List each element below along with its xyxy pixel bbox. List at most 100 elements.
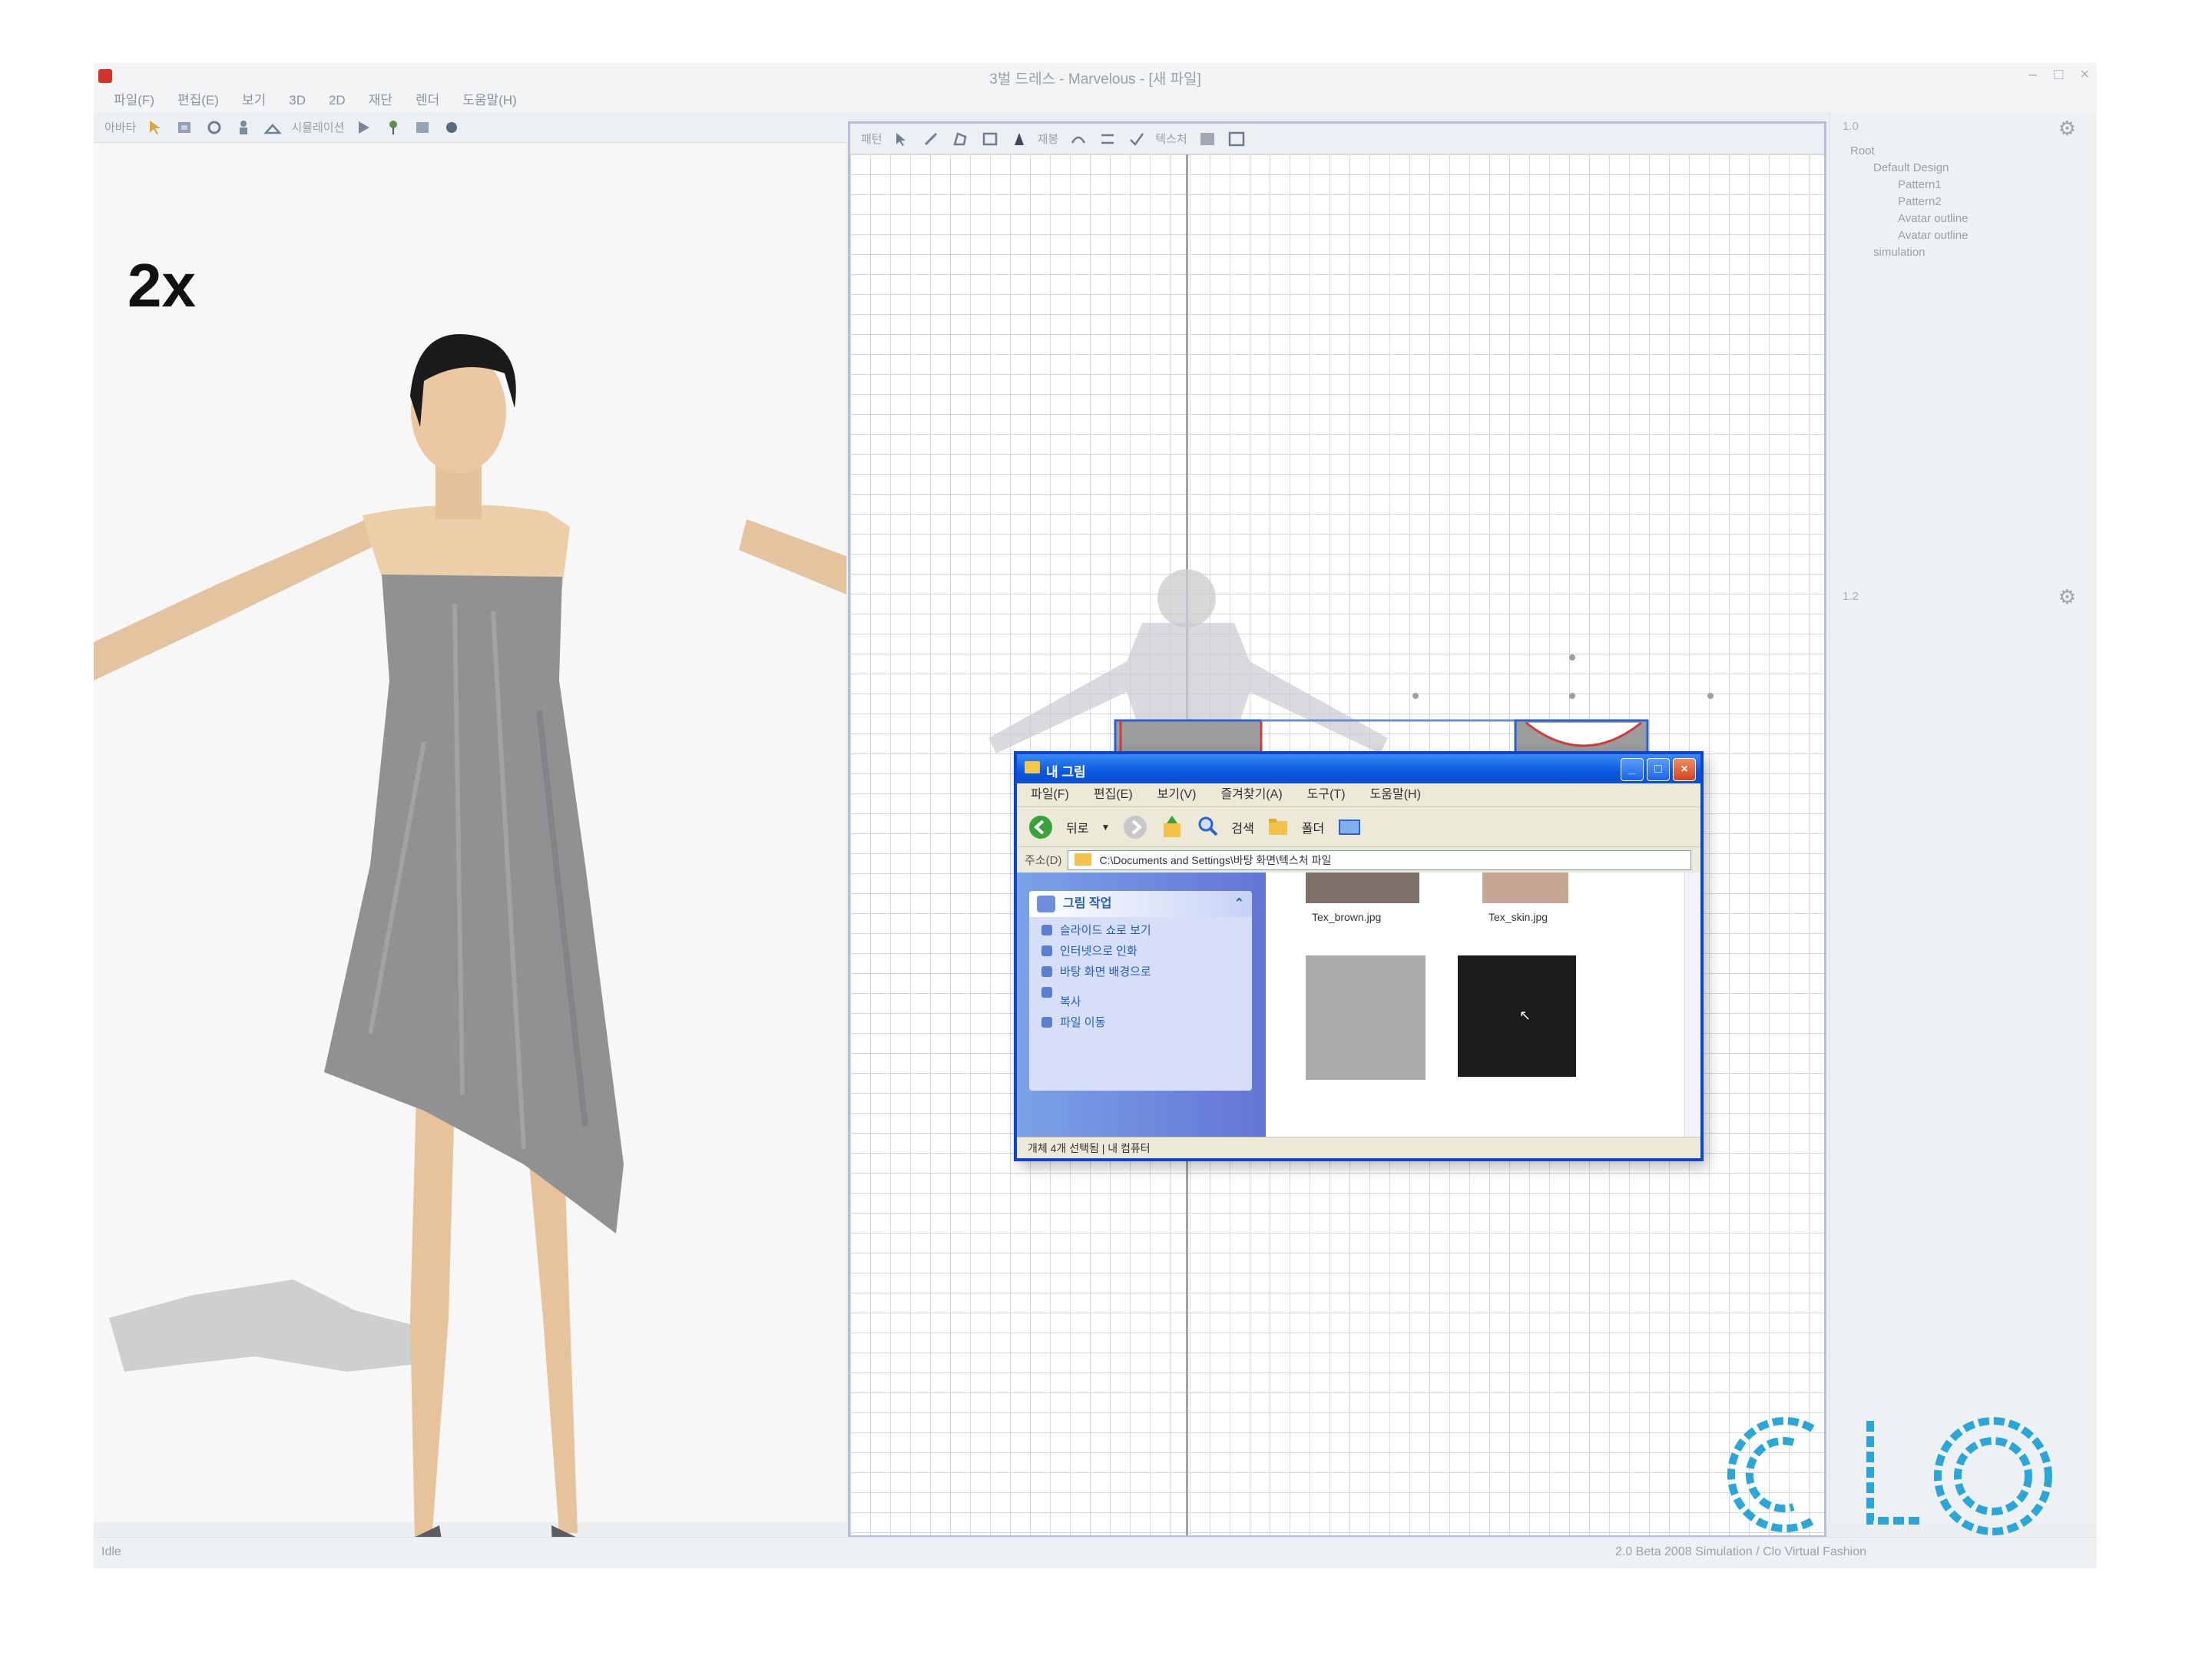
gear-icon[interactable]: ⚙ (2058, 117, 2076, 141)
menu-bar: 파일(F) 편집(E) 보기 3D 2D 재단 렌더 도움말(H) (94, 89, 2097, 112)
forward-arrow-icon[interactable] (1122, 814, 1148, 840)
explorer-minimize-button[interactable]: _ (1621, 758, 1644, 781)
address-label: 주소(D) (1025, 854, 1062, 867)
address-field[interactable]: C:\Documents and Settings\바탕 화면\텍스처 파일 (1068, 849, 1691, 870)
explorer-file-list: Tex_brown.jpg Tex_skin.jpg ↖ (1266, 873, 1700, 1137)
avatar-icon[interactable] (233, 118, 254, 137)
folders-button-label[interactable]: 폴더 (1302, 818, 1324, 836)
dart-icon[interactable] (1008, 129, 1030, 149)
window-controls: – □ × (2028, 66, 2089, 84)
search-icon[interactable] (1196, 814, 1219, 840)
task-move[interactable]: 파일 이동 (1029, 1009, 1252, 1030)
explorer-menu-bar: 파일(F) 편집(E) 보기(V) 즐겨찾기(A) 도구(T) 도움말(H) (1017, 783, 1700, 806)
tree-item-design[interactable]: Default Design (1850, 160, 1968, 177)
file-name-1: Tex_brown.jpg (1312, 911, 1382, 923)
menu-2d[interactable]: 2D (329, 89, 346, 112)
free-sewing-icon[interactable] (1097, 129, 1118, 149)
task-slideshow[interactable]: 슬라이드 쇼로 보기 (1029, 917, 1252, 938)
explorer-title-bar[interactable]: 내 그림 _ □ × (1017, 754, 1700, 783)
file-explorer-window[interactable]: 내 그림 _ □ × 파일(F) 편집(E) 보기(V) 즐겨찾기(A) 도구(… (1014, 751, 1704, 1161)
panel-value-mid: 1.2 (1843, 590, 1859, 603)
explorer-maximize-button[interactable]: □ (1647, 758, 1670, 781)
file-thumb-1[interactable] (1306, 873, 1419, 903)
file-thumb-4[interactable]: ↖ (1458, 955, 1576, 1077)
record-icon[interactable] (441, 118, 462, 137)
fold-icon[interactable] (412, 118, 433, 137)
move-icon[interactable] (174, 118, 196, 137)
menu-help[interactable]: 도움말(H) (462, 89, 517, 112)
segment-sewing-icon[interactable] (1068, 129, 1089, 149)
up-folder-icon[interactable] (1161, 814, 1184, 840)
explorer-menu-tools[interactable]: 도구(T) (1307, 783, 1346, 806)
menu-file[interactable]: 파일(F) (114, 89, 154, 112)
rotate-icon[interactable] (204, 118, 225, 137)
tree-item-root[interactable]: Root (1850, 143, 1968, 160)
explorer-task-pane: 그림 작업 ⌃ 슬라이드 쇼로 보기 인터넷으로 인화 바탕 화면 배경으로 복… (1017, 873, 1266, 1137)
back-arrow-icon[interactable] (1028, 814, 1054, 840)
menu-view[interactable]: 보기 (242, 89, 266, 112)
tree-item-outline-b[interactable]: Avatar outline (1850, 227, 1968, 244)
explorer-toolbar: 뒤로 ▼ 검색 폴더 (1017, 806, 1700, 846)
window-title: 3벌 드레스 - Marvelous - [새 파일] (989, 71, 1201, 88)
object-tree: Root Default Design Pattern1 Pattern2 Av… (1850, 143, 1968, 261)
address-folder-icon (1075, 853, 1092, 866)
file-name-2: Tex_skin.jpg (1488, 911, 1548, 923)
menu-3d[interactable]: 3D (289, 89, 306, 112)
texture-icon[interactable] (1197, 129, 1218, 149)
file-thumb-3[interactable] (1306, 955, 1426, 1080)
pin-icon[interactable] (382, 118, 404, 137)
views-icon[interactable] (1336, 814, 1363, 840)
menu-edit[interactable]: 편집(E) (177, 89, 219, 112)
toolbar-3d-label-avatar: 아바타 (104, 121, 137, 134)
simulate-icon[interactable] (353, 118, 375, 137)
toolbar-2d-label-sewing: 재봉 (1037, 133, 1059, 146)
polygon-icon[interactable] (950, 129, 972, 149)
search-button-label[interactable]: 검색 (1231, 818, 1253, 836)
tree-item-outline-a[interactable]: Avatar outline (1850, 210, 1968, 227)
toolbar-3d-label-sim: 시뮬레이션 (291, 121, 345, 134)
avatar-3d[interactable] (94, 281, 846, 1556)
task-print-online[interactable]: 인터넷으로 인화 (1029, 938, 1252, 959)
gear-icon-2[interactable]: ⚙ (2058, 585, 2076, 609)
rectangle-icon[interactable] (979, 129, 1001, 149)
explorer-menu-view[interactable]: 보기(V) (1157, 783, 1197, 806)
hanger-icon[interactable] (262, 118, 283, 137)
explorer-status-bar: 개체 4개 선택됨 | 내 컴퓨터 (1017, 1137, 1700, 1158)
file-list-scrollbar[interactable] (1684, 873, 1700, 1137)
explorer-window-controls: _ □ × (1621, 758, 1696, 781)
file-thumb-2[interactable] (1482, 873, 1568, 903)
explorer-menu-help[interactable]: 도움말(H) (1370, 783, 1421, 806)
close-icon[interactable]: × (2080, 66, 2089, 84)
tree-item-simulation[interactable]: simulation (1850, 244, 1968, 261)
back-button-label[interactable]: 뒤로 (1066, 818, 1088, 836)
explorer-address-bar: 주소(D) C:\Documents and Settings\바탕 화면\텍스… (1017, 846, 1700, 873)
check-sewing-icon[interactable] (1126, 129, 1147, 149)
tree-item-pattern1[interactable]: Pattern1 (1850, 177, 1968, 194)
edit-point-icon[interactable] (921, 129, 942, 149)
menu-render[interactable]: 렌더 (416, 89, 439, 112)
minimize-icon[interactable]: – (2028, 66, 2037, 84)
panel-value-top: 1.0 (1843, 120, 1859, 133)
menu-cut[interactable]: 재단 (369, 89, 392, 112)
dropdown-arrow-icon[interactable]: ▼ (1101, 822, 1110, 833)
transform-icon[interactable] (892, 129, 913, 149)
explorer-title: 내 그림 (1046, 765, 1086, 780)
task-set-background[interactable]: 바탕 화면 배경으로 (1029, 959, 1252, 979)
explorer-close-button[interactable]: × (1673, 758, 1696, 781)
tree-item-pattern2[interactable]: Pattern2 (1850, 194, 1968, 210)
picture-tasks-header[interactable]: 그림 작업 ⌃ (1029, 891, 1252, 917)
picture-tasks-box: 그림 작업 ⌃ 슬라이드 쇼로 보기 인터넷으로 인화 바탕 화면 배경으로 복… (1029, 891, 1252, 1091)
explorer-menu-favorites[interactable]: 즐겨찾기(A) (1220, 783, 1282, 806)
select-icon[interactable] (145, 118, 167, 137)
toolbar-2d-label-texture: 텍스처 (1155, 133, 1187, 146)
explorer-menu-edit[interactable]: 편집(E) (1094, 783, 1133, 806)
task-copy[interactable]: 복사 (1029, 979, 1252, 1009)
object-browser-panel: 1.0 ⚙ Root Default Design Pattern1 Patte… (1830, 112, 2097, 1522)
explorer-menu-file[interactable]: 파일(F) (1031, 783, 1069, 806)
texture-edit-icon[interactable] (1226, 129, 1247, 149)
view-3d[interactable]: 아바타 시뮬레이션 2x (94, 112, 846, 1556)
collapse-chevron-icon[interactable]: ⌃ (1234, 891, 1244, 917)
maximize-icon[interactable]: □ (2054, 66, 2063, 84)
folders-icon[interactable] (1267, 814, 1290, 840)
toolbar-3d: 아바타 시뮬레이션 (94, 112, 846, 143)
